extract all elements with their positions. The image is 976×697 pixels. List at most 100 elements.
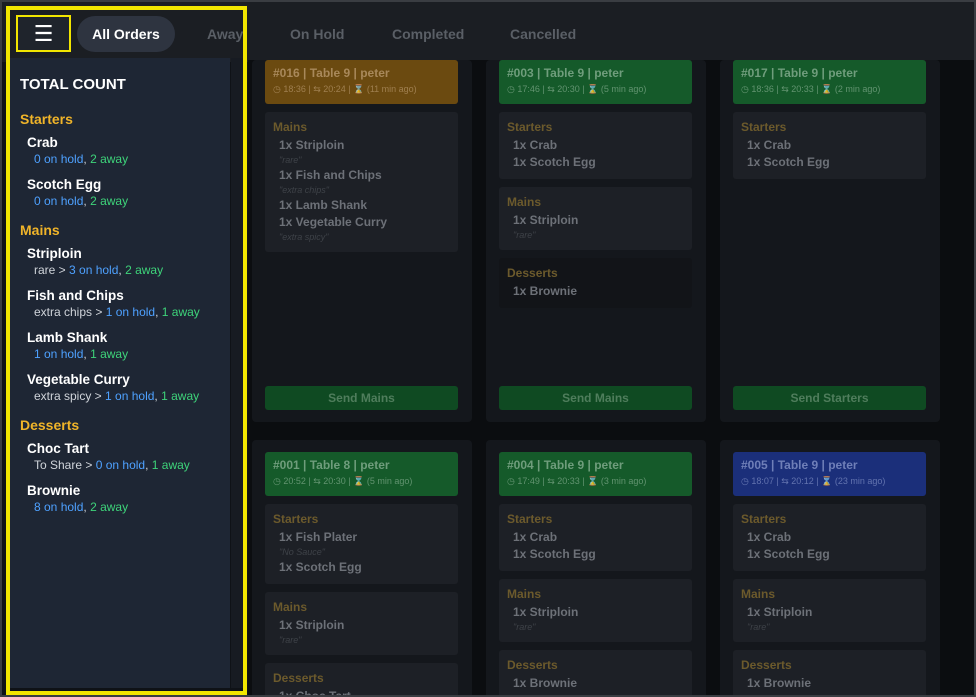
order-section: Starters 1x Fish Plater "No Sauce" 1x Scotc… [265,504,458,584]
count-item[interactable]: Scotch Egg 0 on hold, 2 away [27,176,220,210]
order-item: 1x Fish and Chips [279,168,382,182]
section-title: Desserts [507,658,558,672]
section-title: Desserts [741,658,792,672]
order-item: 1x Crab [513,138,558,152]
section-title: Desserts [507,266,558,280]
order-times: ◷ 17:49 | ⇆ 20:33 | ⌛ (3 min ago) [507,476,647,486]
section-title: Mains [273,600,308,614]
section-title: Starters [273,512,319,526]
panel-title: TOTAL COUNT [20,76,126,93]
category-title: Starters [20,111,73,127]
modifier-prefix: extra spicy > [34,389,106,403]
order-header: #003 | Table 9 | peter ◷ 17:46 | ⇆ 20:30 … [499,60,692,104]
order-item: 1x Crab [747,138,792,152]
hold-count: 3 on hold [69,263,119,277]
item-name: Choc Tart [27,441,90,456]
order-section: Starters 1x Crab 1x Scotch Egg [733,112,926,179]
order-section: Mains 1x Striploin "rare" 1x Fish and Chips… [265,112,458,252]
order-item: 1x Vegetable Curry [279,215,388,229]
send-course-button[interactable]: Send Mains [265,386,458,410]
order-title: #001 | Table 8 | peter [273,458,390,472]
order-card[interactable]: #004 | Table 9 | peter ◷ 17:49 | ⇆ 20:33 … [499,452,692,695]
order-section: Mains 1x Striploin "rare" [499,187,692,250]
item-name: Brownie [27,483,81,498]
send-course-button[interactable]: Send Starters [733,386,926,410]
order-card[interactable]: #001 | Table 8 | peter ◷ 20:52 | ⇆ 20:30 … [265,452,458,697]
hold-count: 8 on hold [34,500,84,514]
order-item: 1x Striploin [513,213,579,227]
item-note: "rare" [747,622,770,632]
tab-completed[interactable]: Completed [392,16,464,52]
order-item: 1x Scotch Egg [747,155,830,169]
order-item: 1x Brownie [513,676,578,690]
count-item[interactable]: Brownie 8 on hold, 2 away [27,482,220,516]
order-section: Starters 1x Crab 1x Scotch Egg [499,112,692,179]
section-title: Mains [741,587,776,601]
order-item: 1x Crab [747,530,792,544]
category-title: Mains [20,222,60,238]
order-card[interactable]: #016 | Table 9 | peter ◷ 18:36 | ⇆ 20:24 … [265,60,458,252]
order-title: #005 | Table 9 | peter [741,458,858,472]
order-title: #016 | Table 9 | peter [273,66,390,80]
modifier-prefix: rare > [34,263,70,277]
tab-on-hold[interactable]: On Hold [290,16,344,52]
count-item[interactable]: Fish and Chips extra chips > 1 on hold, 1… [27,287,220,321]
item-name: Vegetable Curry [27,372,130,387]
section-title: Desserts [273,671,324,685]
order-item: 1x Choc Tart [279,689,351,697]
order-item: 1x Lamb Shank [279,198,368,212]
hold-count: 0 on hold [34,194,84,208]
hold-count: 0 on hold [95,458,146,472]
order-card[interactable]: #003 | Table 9 | peter ◷ 17:46 | ⇆ 20:30 … [499,60,692,308]
order-item: 1x Crab [513,530,558,544]
order-item: 1x Scotch Egg [279,560,362,574]
section-title: Starters [741,120,787,134]
category-title: Desserts [20,417,80,433]
order-item: 1x Scotch Egg [513,155,596,169]
order-header: #004 | Table 9 | peter ◷ 17:49 | ⇆ 20:33 … [499,452,692,496]
category-desserts: Desserts Choc Tart To Share > 0 on hold, 1… [20,417,220,516]
order-item: 1x Striploin [279,138,345,152]
item-detail: 1 on hold, 1 away [34,346,220,363]
item-detail: extra spicy > 1 on hold, 1 away [34,388,220,405]
away-count: 1 away [90,347,129,361]
section-title: Mains [507,195,542,209]
count-item[interactable]: Choc Tart To Share > 0 on hold, 1 away [27,440,220,474]
count-item[interactable]: Lamb Shank 1 on hold, 1 away [27,329,220,363]
count-item[interactable]: Striploin rare > 3 on hold, 2 away [27,245,220,279]
item-note: "rare" [513,230,536,240]
item-note: "rare" [513,622,536,632]
category-list: Starters Crab 0 on hold, 2 away Scotch Egg 0… [20,111,220,516]
order-card[interactable]: #005 | Table 9 | peter ◷ 18:07 | ⇆ 20:12 … [733,452,926,695]
separator: , [155,305,162,319]
sidebar-scrollbar[interactable] [231,58,243,688]
item-note: "rare" [279,635,302,645]
tab-cancelled[interactable]: Cancelled [510,16,576,52]
away-count: 2 away [125,263,164,277]
order-section: Starters 1x Crab 1x Scotch Egg [733,504,926,571]
count-item[interactable]: Vegetable Curry extra spicy > 1 on hold, … [27,371,220,405]
item-detail: To Share > 0 on hold, 1 away [34,457,220,474]
send-course-button[interactable]: Send Mains [499,386,692,410]
total-count-list: TOTAL COUNT Starters Crab 0 on hold, 2 awa… [10,58,230,688]
order-item: 1x Fish Plater [279,530,358,544]
hold-count: 1 on hold [105,389,155,403]
order-item: 1x Brownie [513,284,578,298]
item-detail: 0 on hold, 2 away [34,193,220,210]
count-item[interactable]: Crab 0 on hold, 2 away [27,134,220,168]
order-section: Starters 1x Crab 1x Scotch Egg [499,504,692,571]
section-title: Mains [273,120,308,134]
order-times: ◷ 20:52 | ⇆ 20:30 | ⌛ (5 min ago) [273,476,413,486]
away-count: 1 away [151,458,190,472]
category-mains: Mains Striploin rare > 3 on hold, 2 away Fi… [20,222,220,405]
item-detail: extra chips > 1 on hold, 1 away [34,304,220,321]
separator: , [145,458,152,472]
order-section: Desserts 1x Brownie [499,650,692,695]
item-name: Striploin [27,246,82,261]
order-item: 1x Striploin [513,605,579,619]
order-card[interactable]: #017 | Table 9 | peter ◷ 18:36 | ⇆ 20:33 … [733,60,926,179]
hold-count: 0 on hold [34,152,84,166]
item-name: Crab [27,135,58,150]
item-detail: 0 on hold, 2 away [34,151,220,168]
order-header: #016 | Table 9 | peter ◷ 18:36 | ⇆ 20:24 … [265,60,458,104]
